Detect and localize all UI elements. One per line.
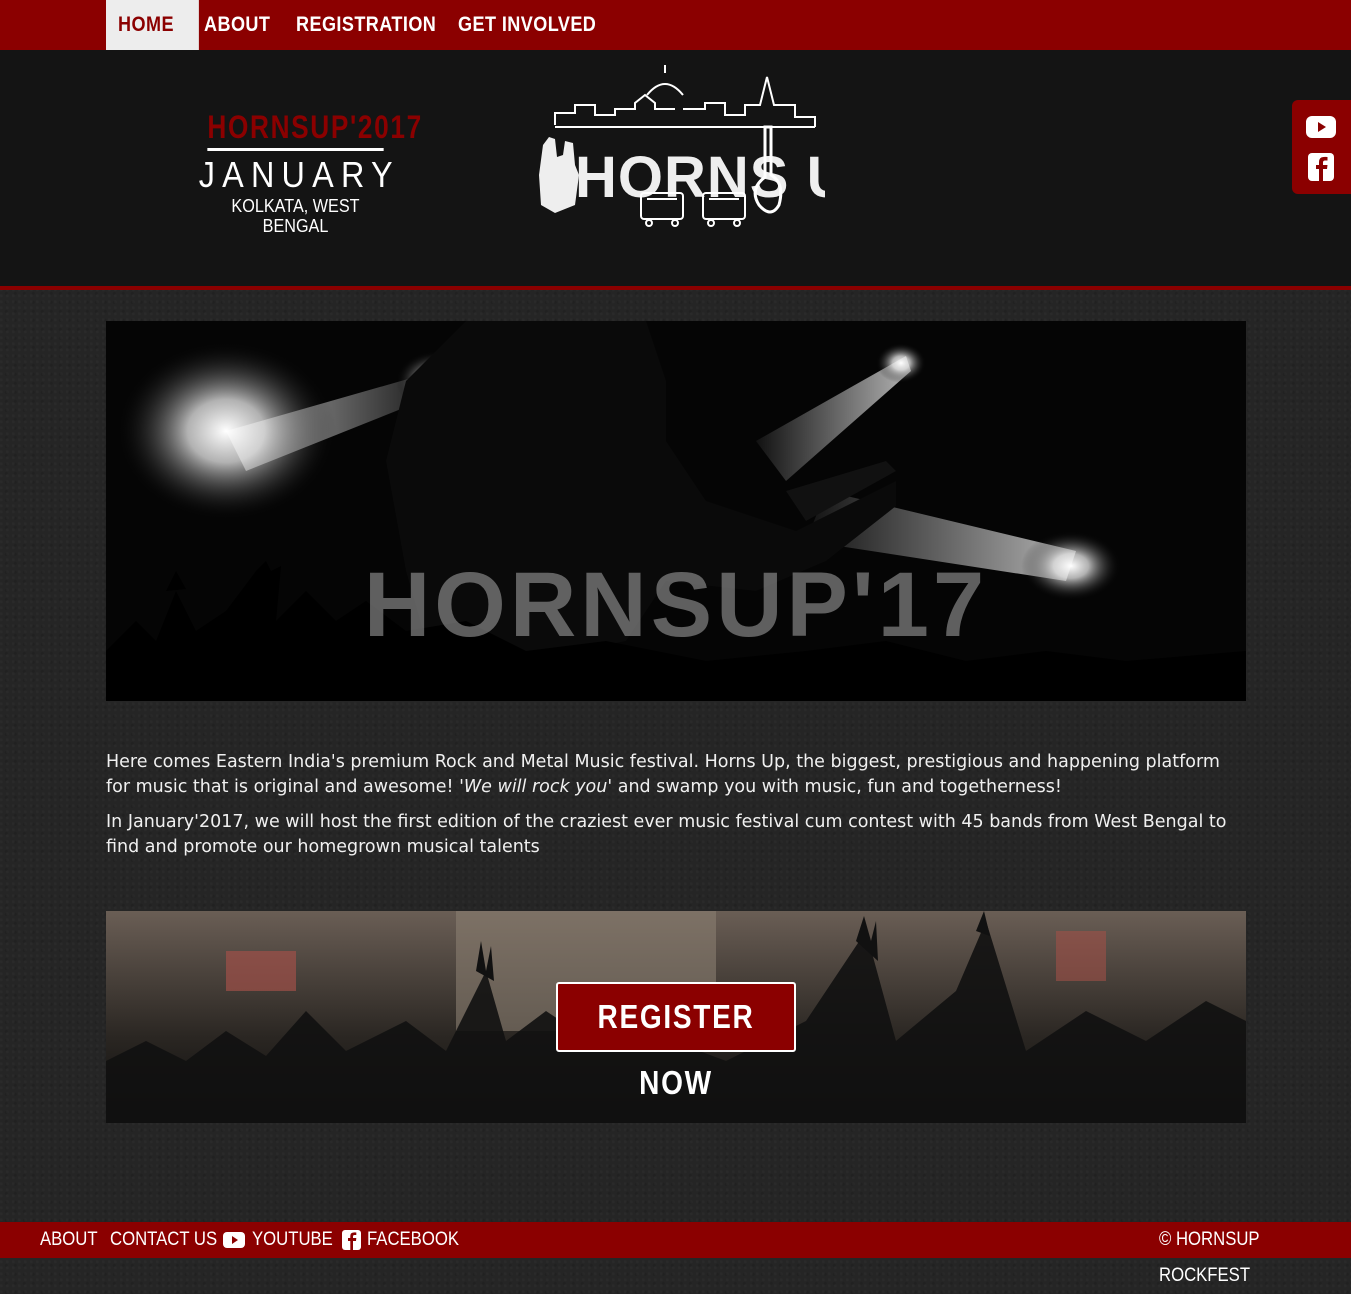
footer-facebook-link[interactable]: FACEBOOK [367,1222,459,1258]
youtube-icon[interactable] [1305,112,1337,142]
event-year: HORNSUP'2017 [207,108,421,151]
nav-get-involved[interactable]: GET INVOLVED [458,0,596,50]
top-navbar: HOME ABOUT REGISTRATION GET INVOLVED [0,0,1351,50]
facebook-icon[interactable] [1305,152,1337,182]
footer-copyright: © HORNSUP ROCKFEST [1159,1229,1260,1286]
event-place: KOLKATA, WEST BENGAL [231,196,360,236]
event-month: JANUARY [198,154,400,195]
youtube-icon[interactable] [223,1230,245,1250]
register-now-button[interactable]: REGISTER NOW [556,982,796,1101]
event-date-block: HORNSUP'2017 JANUARY KOLKATA, WEST BENGA… [188,108,421,236]
nav-about[interactable]: ABOUT [204,0,270,50]
hero-title: HORNSUP'17 [363,554,989,656]
footer-about-link[interactable]: ABOUT [40,1222,98,1258]
hero-banner: HORNSUP'17 [106,321,1246,701]
site-header: HORNSUP'2017 JANUARY KOLKATA, WEST BENGA… [0,50,1351,290]
social-side-tab [1292,100,1351,194]
site-footer: ABOUT CONTACT US YOUTUBE FACEBOOK © HORN… [0,1222,1351,1286]
footer-youtube-link[interactable]: YOUTUBE [252,1222,333,1258]
logo-text: HORNS UP [575,145,825,210]
nav-registration[interactable]: REGISTRATION [296,0,436,50]
intro-paragraph-1: Here comes Eastern India's premium Rock … [106,752,1220,797]
footer-contact-link[interactable]: CONTACT US [110,1222,217,1258]
nav-home[interactable]: HOME [106,0,199,50]
intro-quote: 'We will rock you' [459,777,613,797]
horns-hand [539,137,579,213]
facebook-icon[interactable] [341,1230,363,1250]
hornsup-logo[interactable]: HORNS UP [535,65,825,235]
intro-paragraph-2: In January'2017, we will host the first … [106,812,1227,857]
intro-text: Here comes Eastern India's premium Rock … [106,750,1246,870]
